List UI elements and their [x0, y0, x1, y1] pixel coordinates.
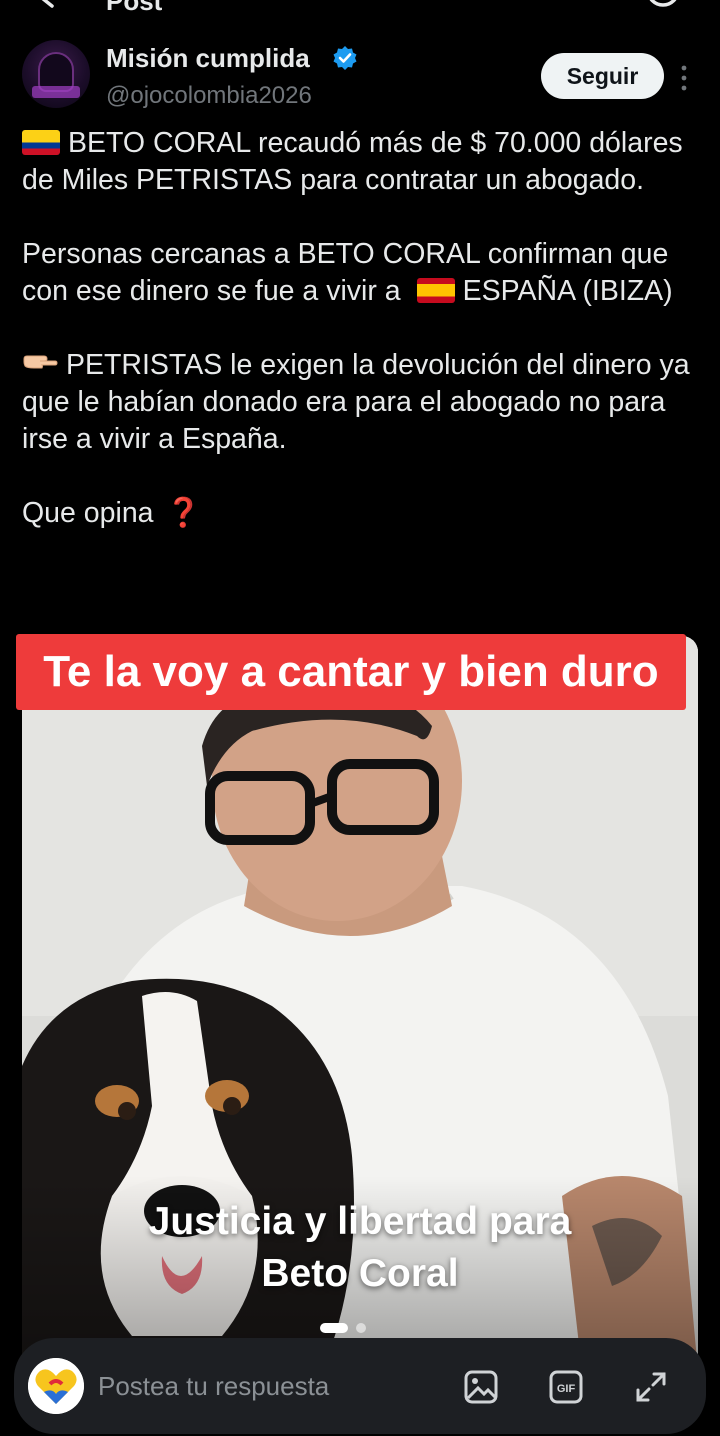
media-pagination — [320, 1323, 366, 1333]
refresh-icon[interactable] — [644, 0, 682, 20]
gif-icon[interactable]: GIF — [549, 1370, 583, 1404]
image-icon[interactable] — [464, 1370, 498, 1404]
post-paragraph: Personas cercanas a BETO CORAL confirman… — [22, 236, 702, 310]
spain-flag-icon — [416, 278, 455, 303]
author-avatar[interactable] — [22, 40, 90, 108]
back-arrow-icon[interactable] — [38, 0, 74, 16]
post-paragraph: BETO CORAL recaudó más de $ 70.000 dólar… — [22, 125, 702, 199]
follow-button[interactable]: Seguir — [541, 53, 664, 99]
reply-composer: GIF — [14, 1338, 706, 1434]
expand-icon[interactable] — [634, 1370, 668, 1404]
author-name[interactable]: Misión cumplida — [106, 43, 310, 74]
colombia-flag-icon — [22, 130, 60, 155]
svg-text:GIF: GIF — [557, 1383, 576, 1395]
post-paragraph: PETRISTAS le exigen la devolución del di… — [22, 347, 702, 458]
user-avatar[interactable] — [28, 1358, 84, 1414]
paragraph-text: BETO CORAL recaudó más de $ 70.000 dólar… — [22, 127, 683, 196]
overlay-banner: Te la voy a cantar y bien duro — [16, 634, 686, 710]
pointing-hand-icon — [23, 355, 58, 369]
post-paragraph: Que opina ❓ — [22, 495, 702, 532]
page-indicator[interactable] — [356, 1323, 366, 1333]
media-caption: Justicia y libertad para Beto Coral — [0, 1196, 720, 1300]
paragraph-text: ESPAÑA (IBIZA) — [462, 275, 673, 307]
caption-line: Beto Coral — [261, 1252, 459, 1295]
top-bar: Post — [0, 0, 720, 22]
paragraph-text: Que opina — [22, 497, 154, 529]
heart-logo-icon — [28, 1358, 84, 1414]
page-title: Post — [106, 0, 163, 16]
reply-input[interactable] — [98, 1368, 428, 1404]
author-handle[interactable]: @ojocolombia2026 — [106, 82, 312, 110]
paragraph-text: PETRISTAS le exigen la devolución del di… — [22, 349, 690, 455]
post-text: BETO CORAL recaudó más de $ 70.000 dólar… — [22, 125, 702, 532]
question-mark-icon: ❓ — [165, 497, 201, 529]
more-vertical-icon[interactable] — [679, 64, 689, 92]
post-detail-screen: Post Misión cumplida @ojocolombia2026 Se… — [0, 0, 720, 1436]
verified-badge-icon — [333, 46, 357, 70]
caption-line: Justicia y libertad para — [148, 1200, 572, 1243]
page-indicator-active[interactable] — [320, 1323, 348, 1333]
